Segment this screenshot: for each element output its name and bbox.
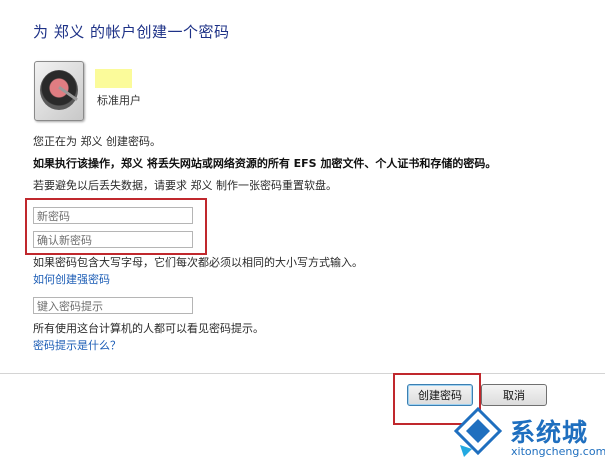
case-sensitivity-note: 如果密码包含大写字母，它们每次都必须以相同的大小写方式输入。: [33, 256, 363, 269]
footer-divider: [0, 373, 605, 374]
strong-password-link[interactable]: 如何创建强密码: [33, 271, 110, 287]
data-loss-warning: 如果执行该操作，郑义 将丢失网站或网络资源的所有 EFS 加密文件、个人证书和存…: [33, 157, 497, 170]
watermark-name: 系统城: [510, 418, 589, 447]
password-hint-field[interactable]: 键入密码提示: [33, 297, 193, 314]
turntable-disc: [40, 70, 78, 110]
password-hint-help-link[interactable]: 密码提示是什么？: [33, 337, 121, 353]
watermark-logo-icon: [453, 406, 503, 457]
account-type-label: 标准用户: [97, 94, 141, 107]
page-title: 为 郑义 的帐户创建一个密码: [33, 23, 230, 41]
watermark-url: xitongcheng.com: [511, 445, 605, 458]
avatar: [34, 61, 84, 121]
password-fields-highlight: [25, 198, 207, 255]
creating-message: 您正在为 郑义 创建密码。: [33, 135, 161, 148]
reset-disk-advice: 若要避免以后丢失数据，请要求 郑义 制作一张密码重置软盘。: [33, 179, 337, 192]
cancel-button[interactable]: 取消: [481, 384, 547, 406]
hint-visibility-note: 所有使用这台计算机的人都可以看见密码提示。: [33, 322, 264, 335]
username-highlight: [95, 69, 132, 88]
